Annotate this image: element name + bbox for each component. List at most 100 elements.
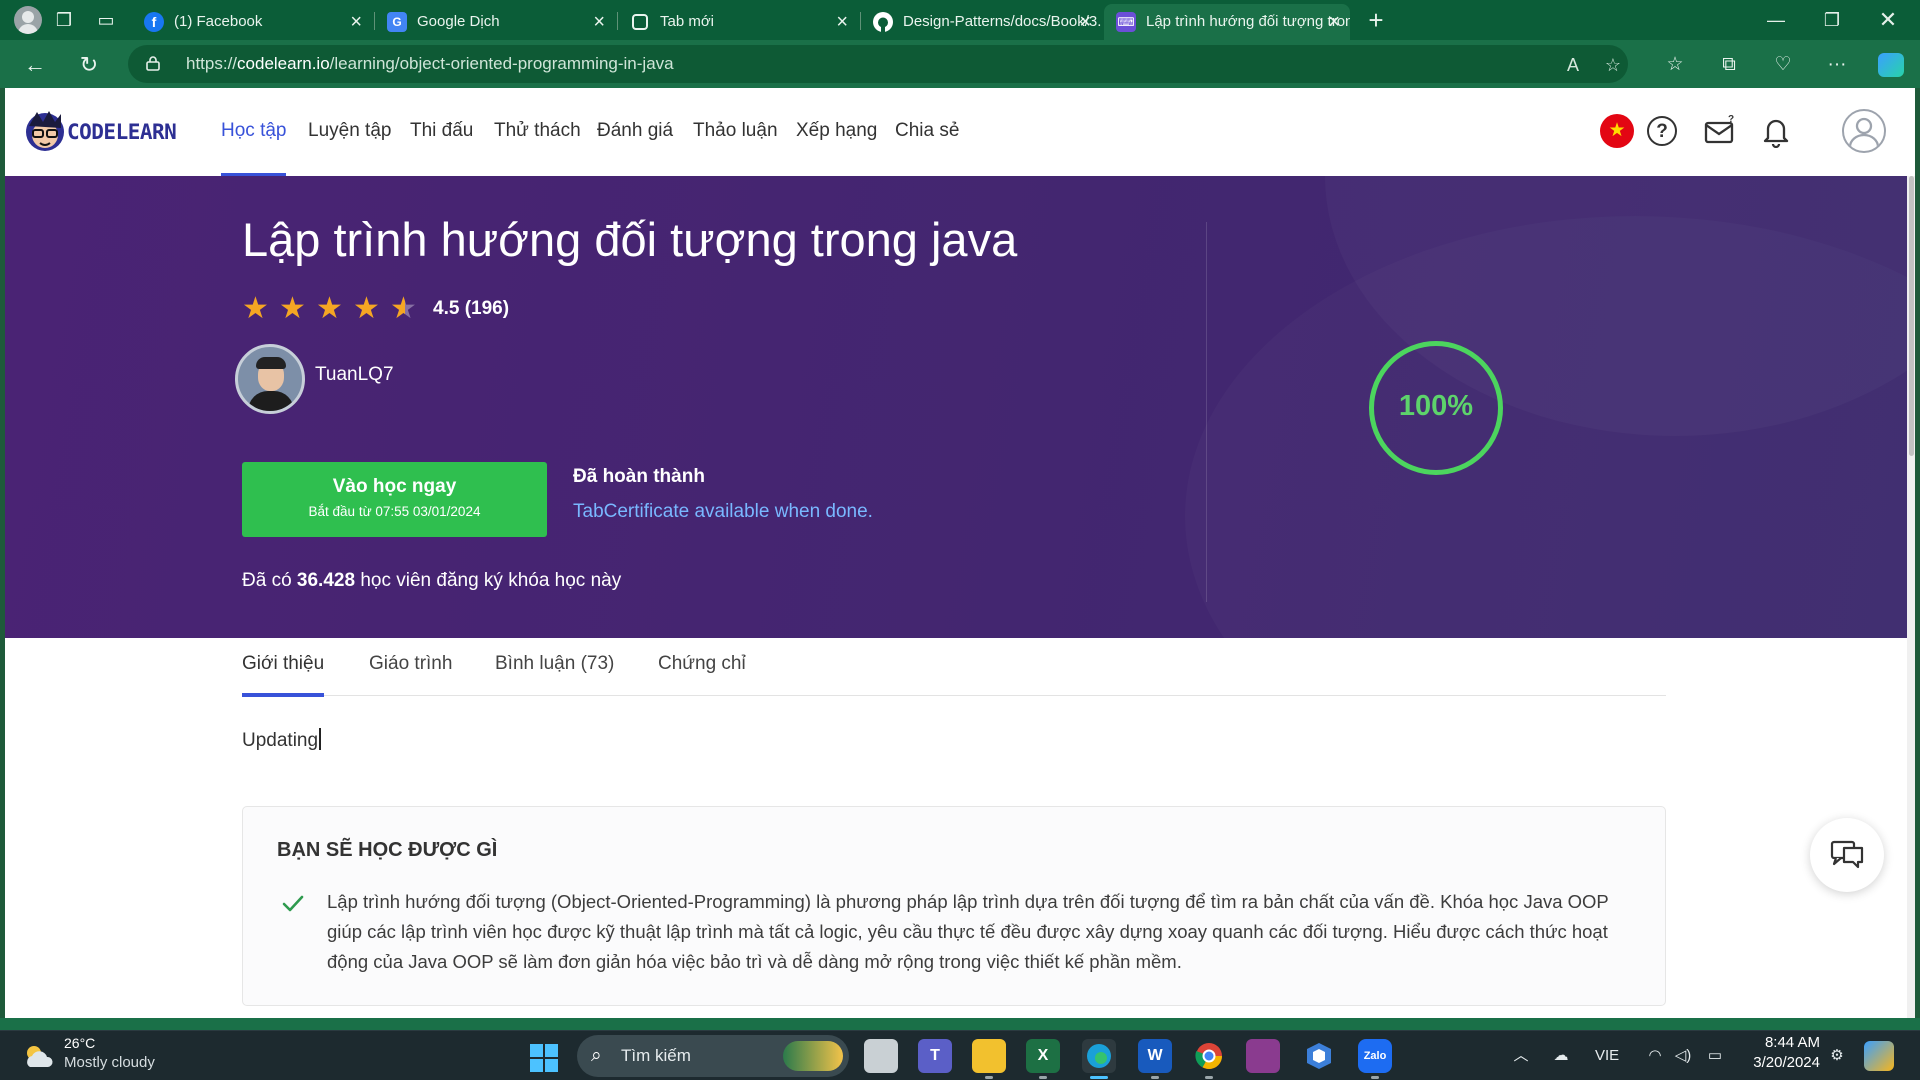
lock-icon — [146, 56, 160, 71]
windows-start-icon[interactable] — [530, 1044, 558, 1072]
nav-thi-dau[interactable]: Thi đấu — [410, 88, 473, 176]
tab-gioi-thieu[interactable]: Giới thiệu — [242, 638, 325, 697]
new-tab-icon — [632, 14, 648, 30]
codelearn-icon: ⌨ — [1116, 12, 1136, 32]
tab-new-tab[interactable]: Tab mới × — [618, 4, 858, 40]
close-tab-icon[interactable]: × — [1079, 4, 1091, 40]
notification-bell-icon[interactable] — [1759, 114, 1793, 148]
wifi-icon[interactable]: ◠ — [1644, 1047, 1666, 1065]
clock-date[interactable]: 3/20/2024 — [1740, 1054, 1820, 1071]
volume-icon[interactable]: ◁) — [1672, 1047, 1694, 1065]
battery-icon[interactable]: ▭ — [1704, 1047, 1726, 1065]
url-field[interactable]: https://codelearn.io/learning/object-ori… — [128, 45, 1628, 83]
onedrive-icon[interactable]: ☁ — [1550, 1047, 1572, 1065]
favorite-star-icon[interactable]: ☆ — [1602, 54, 1624, 76]
nav-luyen-tap[interactable]: Luyện tập — [308, 88, 391, 176]
tab-facebook[interactable]: f (1) Facebook × — [132, 4, 372, 40]
nav-xep-hang[interactable]: Xếp hạng — [796, 88, 877, 176]
close-tab-icon[interactable]: × — [593, 4, 605, 40]
tab-google-translate[interactable]: G Google Dịch × — [375, 4, 615, 40]
course-hero: Lập trình hướng đối tượng trong java ★ ★… — [5, 176, 1907, 638]
author-avatar[interactable] — [235, 344, 305, 414]
facebook-icon: f — [144, 12, 164, 32]
edge-icon[interactable] — [1082, 1039, 1116, 1079]
copilot-icon[interactable] — [1878, 53, 1904, 77]
weather-description[interactable]: Mostly cloudy — [64, 1054, 155, 1071]
certificate-link[interactable]: TabCertificate available when done. — [573, 501, 873, 523]
site-header: CODELEARN Học tập Luyện tập Thi đấu Thử … — [5, 88, 1915, 176]
chrome-icon[interactable] — [1192, 1039, 1226, 1079]
half-star-icon: ★ — [390, 292, 417, 325]
nav-chia-se[interactable]: Chia sẻ — [895, 88, 959, 176]
workspaces-icon[interactable]: ❒ — [52, 8, 76, 32]
word-icon[interactable]: W — [1138, 1039, 1172, 1079]
clock-time[interactable]: 8:44 AM — [1760, 1034, 1820, 1051]
more-options-icon[interactable]: ··· — [1824, 53, 1850, 77]
nav-thu-thach[interactable]: Thử thách — [494, 88, 581, 176]
tab-github[interactable]: Design-Patterns/docs/Book/3.4 × — [861, 4, 1101, 40]
windows-taskbar: 26°C Mostly cloudy ⌕ Tìm kiếm T X W Zalo… — [0, 1030, 1920, 1080]
tab-giao-trinh[interactable]: Giáo trình — [369, 638, 452, 696]
progress-ring: 100% — [1369, 341, 1503, 475]
input-language[interactable]: VIE — [1595, 1047, 1619, 1064]
excel-icon[interactable]: X — [1026, 1039, 1060, 1079]
tab-codelearn-active[interactable]: ⌨ Lập trình hướng đối tượng trong × — [1104, 4, 1350, 40]
winrar-icon[interactable] — [1246, 1039, 1280, 1073]
close-tab-icon[interactable]: × — [836, 4, 848, 40]
zalo-icon[interactable]: Zalo — [1358, 1039, 1392, 1079]
nav-thao-luan[interactable]: Thảo luận — [693, 88, 778, 176]
browser-essentials-icon[interactable]: ♡ — [1770, 53, 1796, 77]
minimize-icon[interactable]: — — [1748, 0, 1804, 40]
chat-button[interactable] — [1810, 818, 1884, 892]
profile-icon[interactable] — [14, 6, 42, 34]
close-tab-icon[interactable]: × — [350, 4, 362, 40]
settings-gear-icon[interactable]: ⚙ — [1826, 1047, 1848, 1065]
task-view-icon[interactable] — [864, 1039, 898, 1073]
logo-text: CODELEARN — [67, 120, 177, 144]
intro-text: Updating — [242, 728, 321, 752]
show-hidden-icons-chevron[interactable]: ︿ — [1510, 1047, 1532, 1065]
teams-icon[interactable]: T — [918, 1039, 952, 1073]
security-app-icon[interactable] — [1302, 1039, 1336, 1073]
tab-label: Tab mới — [660, 13, 715, 30]
cloudy-weather-icon[interactable] — [22, 1043, 56, 1069]
close-window-icon[interactable]: ✕ — [1860, 0, 1916, 40]
star-icon: ★ — [353, 292, 380, 325]
google-translate-icon: G — [387, 12, 407, 32]
nav-hoc-tap[interactable]: Học tập — [221, 88, 287, 176]
tab-binh-luan[interactable]: Bình luận (73) — [495, 638, 614, 696]
restore-icon[interactable]: ❐ — [1804, 0, 1860, 40]
vertical-tabs-icon[interactable]: ▭ — [94, 8, 118, 32]
copilot-taskbar-icon[interactable] — [1864, 1041, 1894, 1071]
weather-temperature[interactable]: 26°C — [64, 1035, 95, 1051]
back-icon[interactable]: ← — [20, 50, 50, 80]
address-bar: ← ↻ https://codelearn.io/learning/object… — [0, 40, 1920, 88]
completion-status: Đã hoàn thành — [573, 466, 705, 487]
collections-icon[interactable]: ⧉ — [1716, 53, 1742, 77]
codelearn-logo[interactable]: CODELEARN — [23, 106, 183, 158]
user-avatar-icon[interactable] — [1842, 109, 1886, 153]
vietnam-flag-icon[interactable]: ★ — [1600, 114, 1634, 148]
file-explorer-icon[interactable] — [972, 1039, 1006, 1079]
new-tab-plus-icon[interactable]: + — [1364, 7, 1388, 33]
refresh-icon[interactable]: ↻ — [74, 50, 104, 80]
tab-label: Google Dịch — [417, 13, 500, 30]
author-name[interactable]: TuanLQ7 — [315, 364, 394, 386]
scrollbar-thumb[interactable] — [1909, 176, 1914, 456]
url-text: https://codelearn.io/learning/object-ori… — [186, 54, 674, 73]
favorites-icon[interactable]: ☆ — [1662, 53, 1688, 77]
read-aloud-icon[interactable]: A — [1562, 54, 1584, 76]
learn-title: BẠN SẼ HỌC ĐƯỢC GÌ — [277, 839, 498, 861]
help-icon[interactable]: ? — [1647, 116, 1677, 146]
tab-chung-chi[interactable]: Chứng chỉ — [658, 638, 746, 696]
start-learning-button[interactable]: Vào học ngay Bắt đầu từ 07:55 03/01/2024 — [242, 462, 547, 537]
progress-percent: 100% — [1398, 390, 1474, 422]
close-tab-icon[interactable]: × — [1328, 4, 1340, 40]
start-date-label: Bắt đầu từ 07:55 03/01/2024 — [308, 504, 481, 519]
message-icon[interactable]: ? — [1703, 114, 1737, 148]
nav-danh-gia[interactable]: Đánh giá — [597, 88, 673, 176]
taskbar-search[interactable]: ⌕ Tìm kiếm — [577, 1035, 849, 1077]
rating-text: 4.5 (196) — [433, 298, 510, 319]
tab-label: Lập trình hướng đối tượng trong — [1146, 13, 1350, 30]
svg-text:?: ? — [1728, 114, 1734, 125]
